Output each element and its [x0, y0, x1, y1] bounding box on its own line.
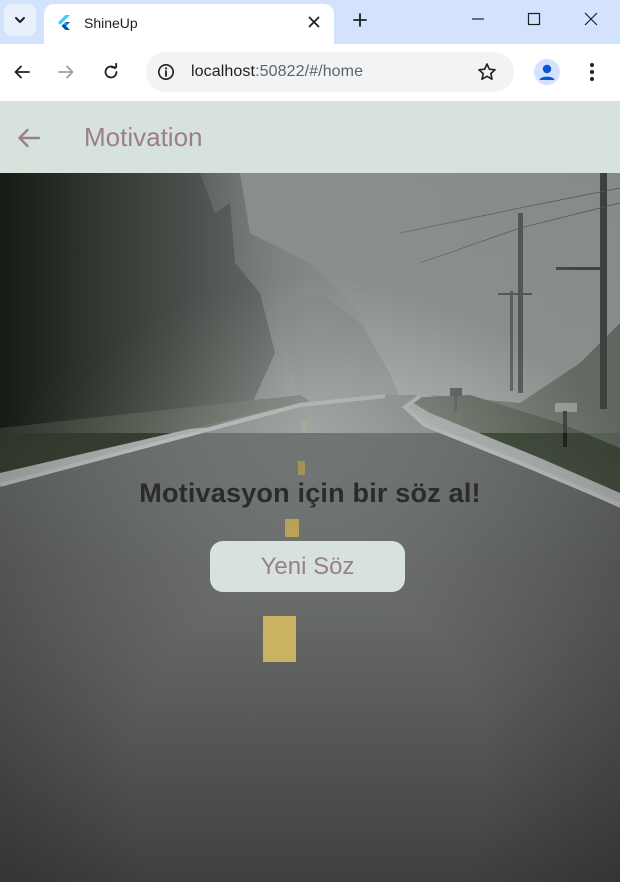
url-host: localhost	[191, 63, 256, 80]
reload-icon	[104, 63, 118, 79]
app-bar: Motivation	[0, 101, 620, 173]
tab-search-button[interactable]	[4, 4, 36, 36]
arrow-left-icon	[14, 65, 30, 79]
foggy-road-background-image	[0, 173, 620, 882]
close-icon	[584, 12, 598, 26]
minimize-button[interactable]	[450, 0, 506, 38]
flutter-logo-icon	[58, 15, 70, 30]
info-icon	[158, 64, 174, 80]
star-icon	[478, 63, 496, 80]
address-bar[interactable]: localhost:50822/#/home	[146, 52, 514, 92]
arrow-left-icon	[18, 128, 41, 148]
app-back-button[interactable]	[14, 123, 44, 153]
site-info-button[interactable]	[154, 60, 178, 84]
plus-icon	[353, 13, 367, 27]
profile-button[interactable]	[534, 59, 560, 85]
new-tab-button[interactable]	[348, 8, 372, 32]
browser-toolbar: localhost:50822/#/home	[0, 44, 620, 101]
maximize-icon	[527, 12, 541, 26]
close-icon	[308, 16, 320, 28]
new-quote-button[interactable]: Yeni Söz	[210, 541, 405, 592]
tab-strip: ShineUp	[0, 0, 620, 44]
chevron-down-icon	[15, 17, 25, 23]
bookmark-button[interactable]	[476, 61, 498, 83]
reload-button[interactable]	[97, 58, 125, 86]
tab-title: ShineUp	[84, 15, 138, 31]
back-button[interactable]	[8, 58, 36, 86]
maximize-button[interactable]	[506, 0, 562, 38]
forward-button[interactable]	[52, 58, 80, 86]
browser-menu-button[interactable]	[580, 58, 604, 86]
page-title: Motivation	[84, 122, 203, 152]
more-vertical-icon	[590, 63, 594, 81]
arrow-right-icon	[58, 65, 74, 79]
browser-tab[interactable]: ShineUp	[44, 4, 334, 44]
motivation-prompt: Motivasyon için bir söz al!	[139, 478, 481, 508]
quote-screen: Motivasyon için bir söz al! Yeni Söz	[0, 173, 620, 882]
url-text: localhost:50822/#/home	[191, 63, 363, 81]
minimize-icon	[472, 18, 484, 20]
person-icon	[539, 64, 555, 80]
tab-close-button[interactable]	[304, 12, 324, 32]
url-path: :50822/#/home	[255, 63, 364, 80]
window-close-button[interactable]	[563, 0, 619, 38]
